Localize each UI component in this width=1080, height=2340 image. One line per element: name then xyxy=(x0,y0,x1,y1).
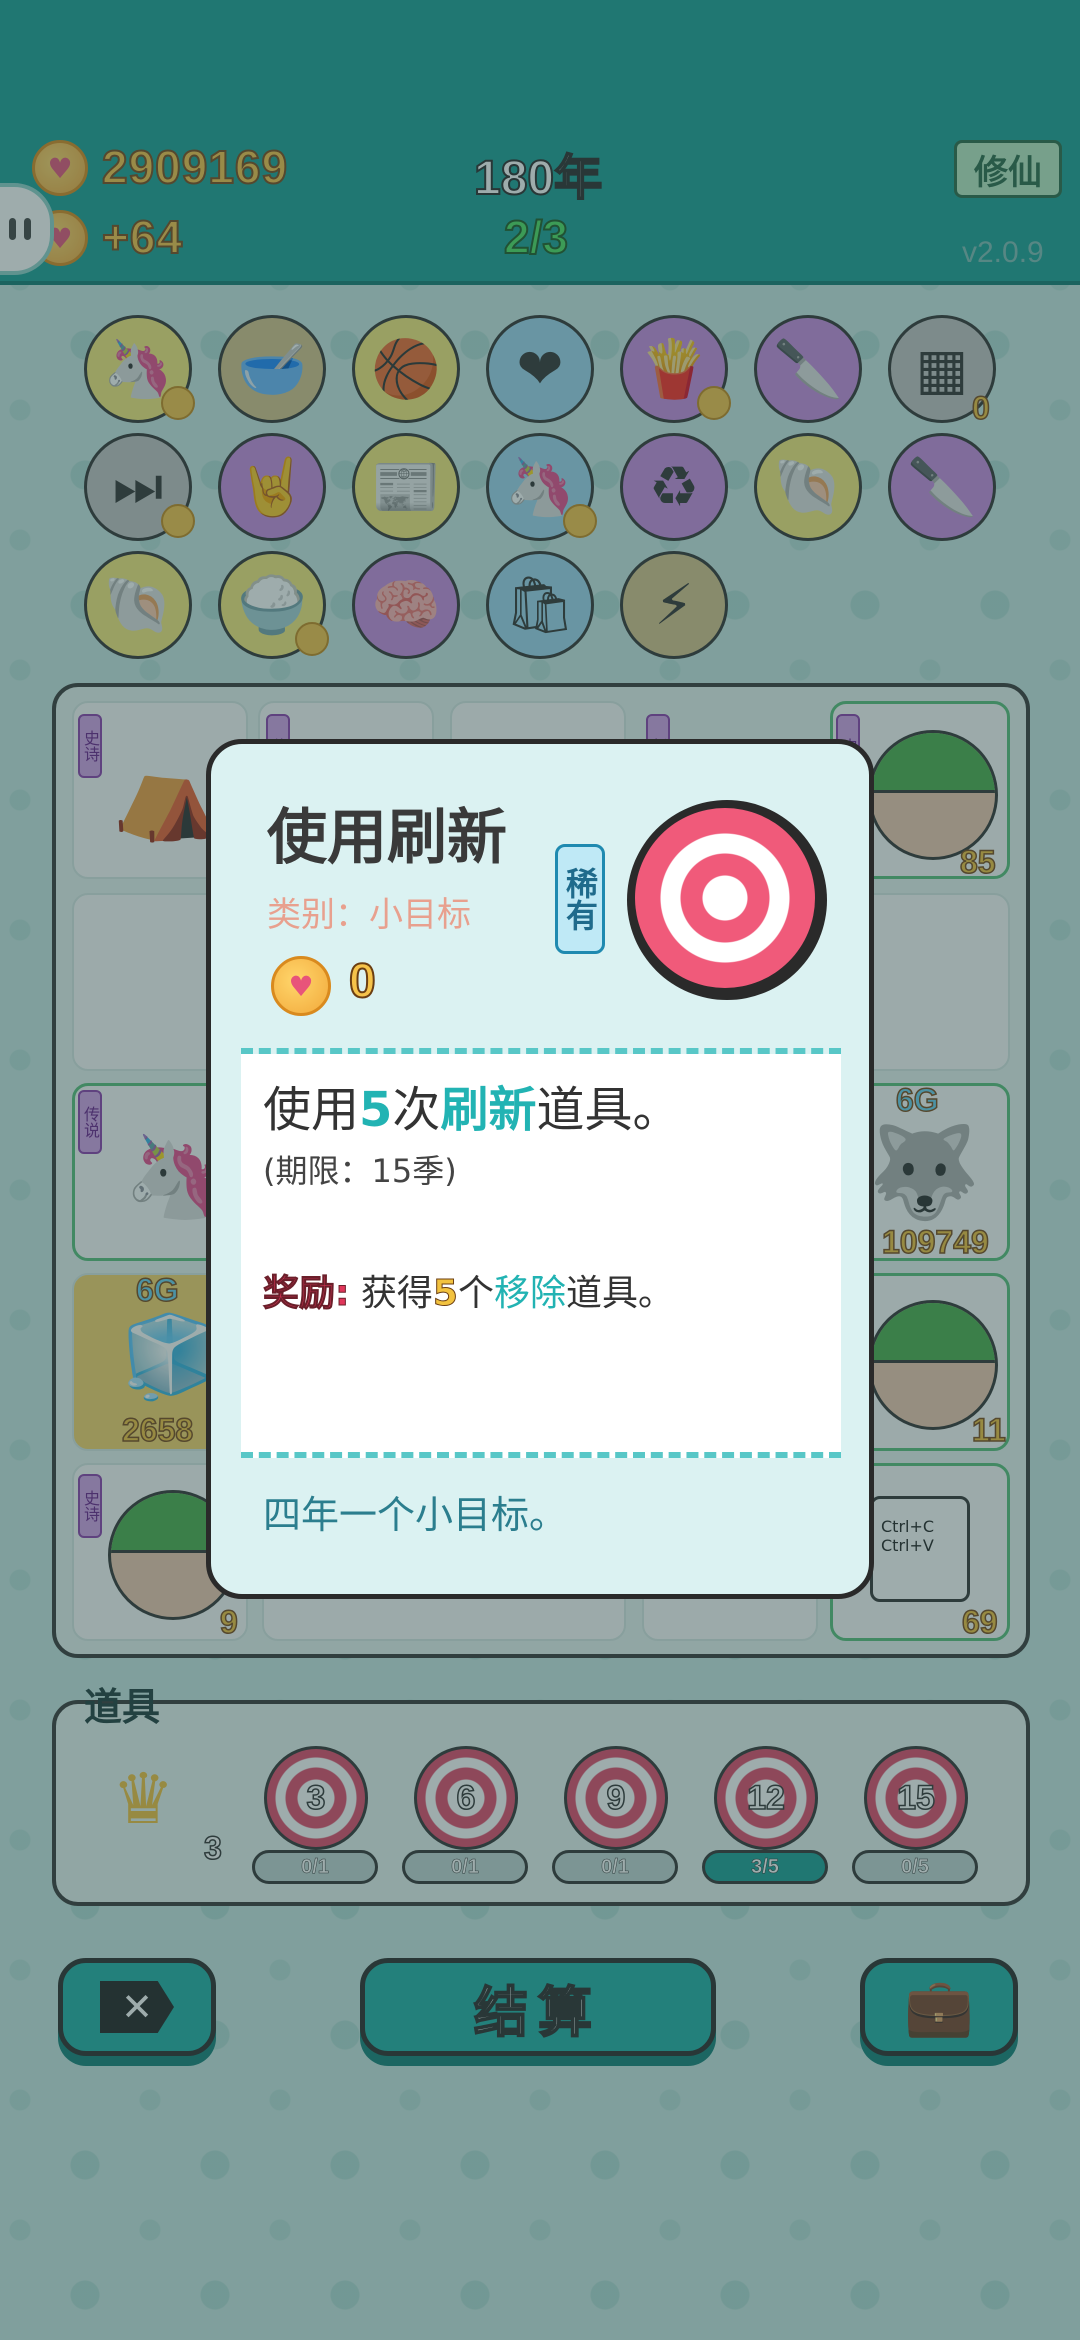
desc-item: 刷新 xyxy=(440,1082,537,1138)
desc-count: 5 xyxy=(359,1082,393,1138)
goal-title: 使用刷新 xyxy=(267,803,507,873)
coin-icon: ♥ xyxy=(271,956,331,1016)
goal-description: 使用5次刷新道具。 xyxy=(263,1070,680,1140)
desc-prefix: 使用 xyxy=(263,1082,360,1138)
goal-detail-dialog: 使用刷新 类别：小目标 稀有 ♥ 0 使用5次刷新道具。 (期限：15季) 奖励… xyxy=(206,739,874,1599)
goal-category: 类别：小目标 xyxy=(267,895,471,935)
reward-item: 移除 xyxy=(493,1273,566,1314)
coin-value: 0 xyxy=(348,954,377,1009)
goal-limit: (期限：15季) xyxy=(263,1152,457,1190)
reward-mid: 个 xyxy=(457,1273,494,1314)
desc-mid: 次 xyxy=(392,1082,441,1138)
goal-flavor-text: 四年一个小目标。 xyxy=(263,1493,568,1537)
reward-count: 5 xyxy=(432,1273,458,1315)
target-icon xyxy=(627,800,827,1000)
goal-reward: 奖励: 获得5个移除道具。 xyxy=(262,1264,674,1316)
reward-prefix: 获得 xyxy=(360,1273,433,1314)
rarity-badge: 稀有 xyxy=(555,844,605,954)
desc-suffix: 道具。 xyxy=(536,1082,681,1138)
reward-label: 奖励: xyxy=(262,1273,350,1315)
reward-suffix: 道具。 xyxy=(565,1273,674,1314)
divider xyxy=(241,1452,841,1458)
